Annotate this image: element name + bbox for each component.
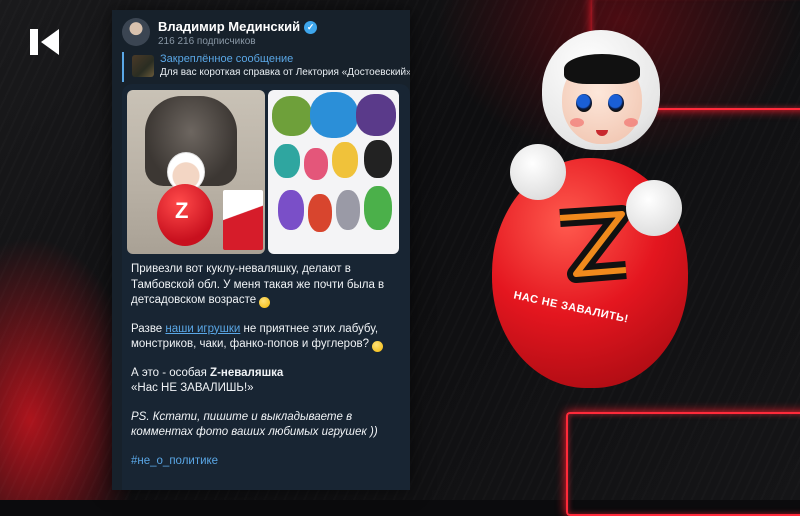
subscriber-count: 216 216 подписчиков bbox=[158, 36, 256, 47]
hashtag-link[interactable]: #не_о_политике bbox=[131, 454, 401, 470]
message-bubble: Z Привезли вот куклу-неваляшку, делают в… bbox=[122, 84, 410, 490]
pinned-thumbnail bbox=[132, 55, 154, 77]
doll-eye bbox=[576, 94, 592, 112]
avatar[interactable] bbox=[122, 18, 150, 46]
post-paragraph: Разве наши игрушки не приятнее этих лабу… bbox=[131, 322, 401, 353]
smile-emoji-icon: 🙂 bbox=[259, 297, 271, 308]
doll-hair bbox=[564, 54, 640, 84]
photo-album: Z bbox=[127, 90, 399, 254]
monster-toy bbox=[272, 96, 312, 136]
photo-doll[interactable]: Z bbox=[127, 90, 265, 254]
channel-header[interactable]: Владимир Мединский ✓ 216 216 подписчиков bbox=[122, 16, 404, 50]
doll-slogan: НАС НЕ ЗАВАЛИТЬ! bbox=[512, 289, 630, 326]
thinking-emoji-icon: 🤔 bbox=[372, 341, 384, 352]
monster-toy bbox=[274, 144, 300, 178]
post-paragraph: А это - особая Z-неваляшка «Нас НЕ ЗАВАЛИ… bbox=[131, 366, 284, 395]
brand-logo-icon bbox=[30, 29, 60, 55]
toys-link[interactable]: наши игрушки bbox=[165, 323, 240, 335]
post-paragraph: Привезли вот куклу-неваляшку, делают в Т… bbox=[131, 263, 385, 308]
pinned-text: Для вас короткая справка от Лектория «До… bbox=[160, 67, 410, 78]
telegram-post-card: Владимир Мединский ✓ 216 216 подписчиков … bbox=[112, 10, 410, 490]
z-symbol-icon bbox=[559, 205, 631, 283]
doll-cheek bbox=[570, 118, 584, 127]
doll-small: Z bbox=[155, 152, 215, 250]
channel-name[interactable]: Владимир Мединский ✓ bbox=[158, 19, 318, 34]
message-text: Привезли вот куклу-неваляшку, делают в Т… bbox=[131, 262, 401, 482]
monster-toy bbox=[364, 186, 392, 230]
monster-toy bbox=[278, 190, 304, 230]
verified-icon: ✓ bbox=[304, 21, 318, 34]
doll-hand bbox=[626, 180, 682, 236]
pinned-message-bar[interactable]: Закреплённое сообщение Для вас короткая … bbox=[122, 52, 410, 82]
doll-eye bbox=[608, 94, 624, 112]
monster-toy bbox=[308, 194, 332, 232]
post-ps: PS. Кстати, пишите и выкладываете в комм… bbox=[131, 410, 378, 439]
doll-hand bbox=[510, 144, 566, 200]
monster-toy bbox=[336, 190, 360, 230]
doll-cheek bbox=[624, 118, 638, 127]
monster-toy bbox=[356, 94, 396, 136]
photo-monsters[interactable] bbox=[268, 90, 399, 254]
pinned-title: Закреплённое сообщение bbox=[160, 53, 294, 65]
monster-toy bbox=[310, 92, 358, 138]
monster-toy bbox=[332, 142, 358, 178]
roly-poly-doll: НАС НЕ ЗАВАЛИТЬ! bbox=[484, 30, 688, 390]
neon-frame-bottom bbox=[566, 412, 800, 516]
monster-toy bbox=[304, 148, 328, 180]
gift-box bbox=[223, 190, 263, 250]
monster-toy bbox=[364, 140, 392, 178]
